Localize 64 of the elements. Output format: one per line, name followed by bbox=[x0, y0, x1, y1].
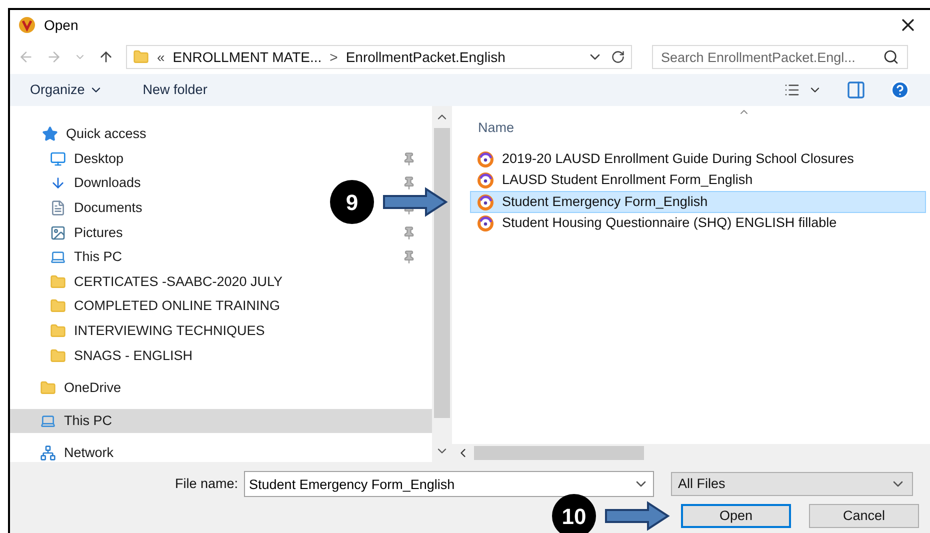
file-name: Student Emergency Form_English bbox=[502, 192, 708, 211]
sidebar-item[interactable]: OneDrive bbox=[40, 378, 122, 398]
app-icon bbox=[18, 16, 36, 34]
breadcrumb[interactable]: ENROLLMENT MATE... bbox=[172, 46, 322, 68]
file-icon bbox=[477, 215, 494, 232]
sidebar-item[interactable]: SNAGS - ENGLISH bbox=[50, 346, 193, 366]
folder-icon bbox=[50, 323, 66, 340]
sidebar-item[interactable]: Quick access bbox=[42, 124, 146, 144]
sidebar-item[interactable]: INTERVIEWING TECHNIQUES bbox=[50, 320, 265, 342]
sidebar-item[interactable]: Documents bbox=[50, 198, 142, 218]
file-icon bbox=[477, 194, 494, 210]
preview-pane-icon[interactable] bbox=[846, 80, 866, 100]
sidebar-item[interactable]: CERTICATES -SAABC-2020 JULY bbox=[50, 272, 283, 292]
help-icon[interactable] bbox=[890, 80, 910, 100]
download-icon bbox=[50, 175, 66, 192]
address-bar[interactable]: « ENROLLMENT MATE... > EnrollmentPacket.English bbox=[126, 45, 632, 69]
breadcrumb[interactable]: EnrollmentPacket.English bbox=[346, 46, 506, 68]
breadcrumb-separator: > bbox=[330, 48, 338, 66]
scroll-thumb[interactable] bbox=[474, 446, 644, 460]
monitor-icon bbox=[50, 150, 66, 167]
window-title: Open bbox=[44, 16, 78, 35]
organize-button[interactable]: Organize bbox=[30, 80, 103, 100]
folder-icon bbox=[50, 348, 66, 364]
file-icon bbox=[477, 150, 494, 168]
file-row[interactable]: Student Emergency Form_English bbox=[470, 191, 926, 213]
file-row[interactable]: 2019-20 LAUSD Enrollment Guide During School Closures bbox=[470, 148, 926, 170]
file-name: LAUSD Student Enrollment Form_English bbox=[502, 171, 753, 190]
laptop-icon bbox=[50, 249, 66, 266]
sidebar-item[interactable]: Pictures bbox=[50, 222, 123, 243]
sidebar-item[interactable]: COMPLETED ONLINE TRAINING bbox=[50, 296, 280, 317]
vertical-scrollbar[interactable] bbox=[432, 106, 452, 462]
file-name: 2019-20 LAUSD Enrollment Guide During School Closures bbox=[502, 150, 854, 168]
network-icon bbox=[40, 445, 56, 462]
file-row[interactable]: LAUSD Student Enrollment Form_English bbox=[470, 170, 926, 192]
dialog-button[interactable]: Cancel bbox=[809, 504, 919, 528]
star-icon bbox=[42, 126, 58, 142]
folder-icon bbox=[50, 298, 66, 314]
refresh-icon[interactable] bbox=[611, 50, 625, 64]
view-icon[interactable] bbox=[784, 82, 800, 98]
folder-icon bbox=[50, 274, 66, 290]
folder-icon bbox=[40, 380, 56, 396]
up-icon[interactable] bbox=[98, 49, 114, 65]
sidebar-item[interactable]: Desktop bbox=[50, 148, 124, 170]
arrow-icon bbox=[382, 187, 448, 217]
scroll-thumb[interactable] bbox=[434, 128, 450, 418]
file-icon bbox=[477, 172, 494, 189]
dialog-button[interactable]: Open bbox=[681, 504, 791, 528]
sidebar-item[interactable]: This PC bbox=[10, 408, 432, 434]
laptop-icon bbox=[40, 412, 56, 429]
file-row[interactable]: Student Housing Questionnaire (SHQ) ENGLISH fillable bbox=[470, 212, 926, 234]
file-name: Student Housing Questionnaire (SHQ) ENGLISH fillable bbox=[502, 214, 837, 232]
picture-icon bbox=[50, 224, 66, 241]
file-type-dropdown[interactable]: All Files bbox=[671, 472, 914, 496]
file-type-value: All Files bbox=[678, 474, 726, 493]
arrow-icon bbox=[604, 501, 670, 531]
field-label: File name: bbox=[175, 474, 238, 493]
overflow-chevron[interactable]: « bbox=[157, 46, 165, 68]
document-icon bbox=[50, 200, 66, 216]
sidebar-item[interactable]: Downloads bbox=[50, 173, 141, 194]
column-header[interactable]: Name bbox=[478, 118, 930, 138]
sidebar-item[interactable]: Network bbox=[40, 443, 114, 464]
new-folder-button[interactable]: New folder bbox=[142, 80, 208, 100]
sidebar-item[interactable]: This PC bbox=[50, 247, 122, 268]
folder-icon bbox=[133, 49, 149, 65]
